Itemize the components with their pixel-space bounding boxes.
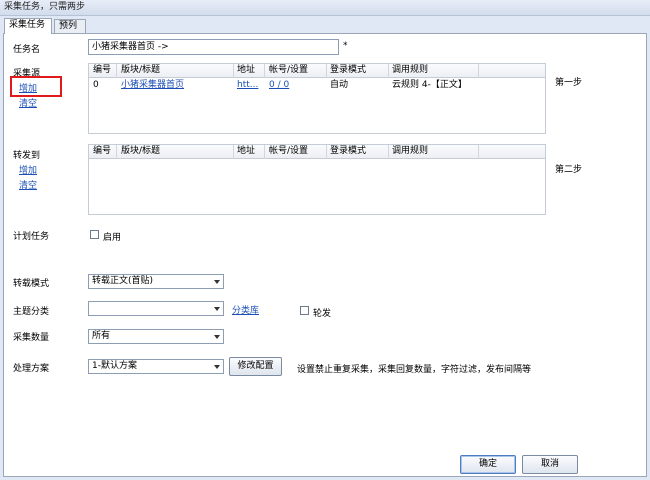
col-account: 帐号/设置 [269, 146, 309, 156]
task-name-label: 任务名 [13, 45, 41, 55]
col-divider [388, 145, 389, 159]
col-rule: 调用规则 [392, 65, 429, 75]
task-name-input[interactable]: 小猪采集器首页 -> [88, 39, 339, 55]
chevron-down-icon [214, 365, 220, 369]
col-divider [116, 145, 117, 159]
category-library-link[interactable]: 分类库 [232, 303, 259, 316]
col-title: 版块/标题 [121, 65, 161, 75]
row-url-link[interactable]: htt... [237, 79, 258, 92]
col-divider [478, 64, 479, 78]
rotate-checkbox-label: 轮发 [313, 309, 332, 319]
modify-config-button[interactable]: 修改配置 [229, 357, 282, 376]
col-title: 版块/标题 [121, 146, 161, 156]
task-panel: 任务名 小猪采集器首页 -> * 采集源 增加 清空 编号 版块/标题 地址 帐… [3, 33, 647, 477]
col-account: 帐号/设置 [269, 65, 309, 75]
required-mark: * [343, 41, 348, 51]
topic-label: 主题分类 [13, 307, 50, 317]
repost-mode-label: 转载模式 [13, 279, 50, 289]
window-title: 采集任务，只需两步 [0, 0, 650, 16]
chevron-down-icon [214, 307, 220, 311]
topic-select[interactable] [88, 301, 224, 316]
repost-mode-select[interactable]: 转载正文(首贴) [88, 274, 224, 289]
col-divider [478, 145, 479, 159]
count-select[interactable]: 所有 [88, 329, 224, 344]
source-clear-link[interactable]: 清空 [19, 96, 37, 109]
col-divider [233, 145, 234, 159]
table-row[interactable]: 0 小猪采集器首页 htt... 0 / 0 自动 云规则 4-【正文】 [89, 79, 545, 92]
step-one-label: 第一步 [555, 78, 583, 88]
forward-label: 转发到 [13, 151, 41, 161]
plan-value: 1-默认方案 [92, 361, 137, 371]
forward-add-link[interactable]: 增加 [19, 163, 37, 176]
cancel-button[interactable]: 取消 [522, 455, 578, 474]
row-title-link[interactable]: 小猪采集器首页 [121, 79, 184, 92]
col-login: 登录模式 [330, 146, 367, 156]
col-divider [233, 64, 234, 78]
plan-select[interactable]: 1-默认方案 [88, 359, 224, 374]
count-value: 所有 [92, 331, 111, 341]
source-grid: 编号 版块/标题 地址 帐号/设置 登录模式 调用规则 0 小猪采集器首页 ht… [88, 63, 546, 134]
col-url: 地址 [237, 146, 256, 156]
col-divider [116, 64, 117, 78]
row-login: 自动 [330, 80, 349, 90]
col-id: 编号 [93, 146, 112, 156]
col-login: 登录模式 [330, 65, 367, 75]
col-divider [326, 64, 327, 78]
col-divider [264, 145, 265, 159]
plan-label: 处理方案 [13, 364, 50, 374]
rotate-checkbox[interactable] [300, 306, 309, 315]
forward-clear-link[interactable]: 清空 [19, 178, 37, 191]
col-url: 地址 [237, 65, 256, 75]
ok-button[interactable]: 确定 [460, 455, 516, 474]
tab-collect-task[interactable]: 采集任务 [4, 18, 52, 34]
source-label: 采集源 [13, 69, 41, 79]
col-rule: 调用规则 [392, 146, 429, 156]
col-divider [264, 64, 265, 78]
col-divider [326, 145, 327, 159]
tab-preview-list[interactable]: 预列表 [54, 19, 86, 44]
count-label: 采集数量 [13, 333, 50, 343]
row-account-link[interactable]: 0 / 0 [269, 79, 289, 92]
row-id: 0 [93, 80, 99, 90]
chevron-down-icon [214, 335, 220, 339]
col-id: 编号 [93, 65, 112, 75]
source-grid-header: 编号 版块/标题 地址 帐号/设置 登录模式 调用规则 [89, 64, 545, 78]
col-divider [388, 64, 389, 78]
plan-description: 设置禁止重复采集，采集回复数量，字符过滤，发布间隔等 [297, 365, 532, 375]
source-add-link[interactable]: 增加 [19, 81, 37, 94]
schedule-label: 计划任务 [13, 232, 50, 242]
schedule-checkbox-label: 启用 [103, 233, 122, 243]
forward-grid-header: 编号 版块/标题 地址 帐号/设置 登录模式 调用规则 [89, 145, 545, 159]
schedule-checkbox[interactable] [90, 230, 99, 239]
repost-mode-value: 转载正文(首贴) [92, 276, 154, 286]
chevron-down-icon [214, 280, 220, 284]
step-two-label: 第二步 [555, 165, 583, 175]
forward-grid: 编号 版块/标题 地址 帐号/设置 登录模式 调用规则 [88, 144, 546, 215]
row-rule: 云规则 4-【正文】 [392, 80, 467, 90]
